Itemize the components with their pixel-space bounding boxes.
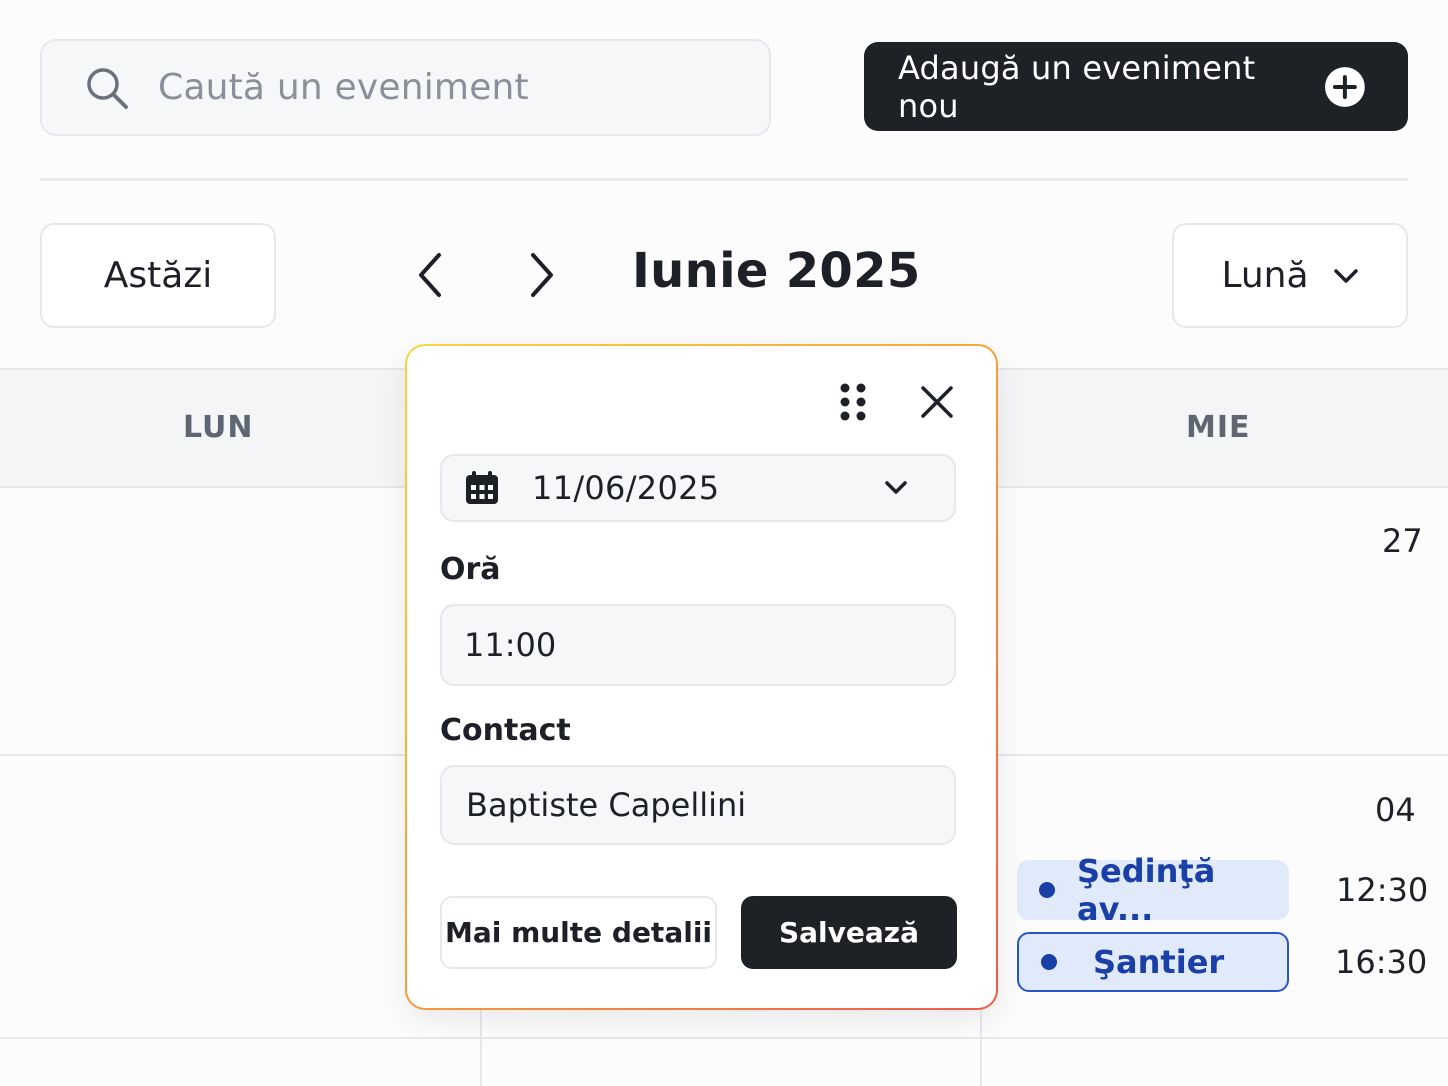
date-number[interactable]: 27 (1382, 522, 1423, 560)
chevron-left-icon (419, 253, 441, 297)
event-time: 12:30 (1336, 871, 1429, 909)
close-icon[interactable] (917, 382, 957, 422)
chevron-right-icon (531, 253, 553, 297)
popover-body: 11/06/2025 Oră 11:00 Contact Baptiste Ca… (407, 346, 996, 1008)
quick-add-popover: 11/06/2025 Oră 11:00 Contact Baptiste Ca… (405, 344, 998, 1010)
header-divider (40, 178, 1408, 181)
save-button[interactable]: Salvează (741, 896, 957, 969)
search-icon (87, 67, 128, 109)
search-input[interactable]: Caută un eveniment (40, 39, 771, 136)
today-button[interactable]: Astăzi (40, 223, 276, 328)
column-divider (980, 1008, 982, 1086)
event-chip[interactable]: Şedinţă av... (1017, 852, 1289, 928)
date-picker[interactable]: 11/06/2025 (440, 454, 956, 522)
drag-handle-icon[interactable] (837, 382, 871, 422)
more-details-button[interactable]: Mai multe detalii (440, 896, 717, 969)
week-divider (0, 1037, 1448, 1039)
event-title: Şedinţă av... (1077, 852, 1216, 928)
view-select[interactable]: Lună (1172, 223, 1408, 328)
event-dot (1039, 882, 1055, 898)
search-placeholder: Caută un eveniment (158, 67, 529, 108)
day-header-wed: MIE (1186, 410, 1251, 445)
add-event-label: Adaugă un eveniment nou (898, 48, 1256, 125)
date-number[interactable]: 04 (1375, 791, 1416, 829)
time-field[interactable]: 11:00 (440, 604, 956, 686)
event-dot (1041, 954, 1057, 970)
chevron-down-icon (885, 481, 907, 494)
prev-month-button[interactable] (406, 250, 456, 300)
event-time: 16:30 (1335, 943, 1428, 981)
calendar-icon (466, 471, 498, 504)
event-title: Şantier (1093, 943, 1225, 981)
column-divider (480, 1008, 482, 1086)
contact-value: Baptiste Capellini (466, 786, 747, 824)
date-value: 11/06/2025 (532, 469, 720, 507)
add-event-button[interactable]: Adaugă un eveniment nou (864, 42, 1408, 131)
time-label: Oră (440, 552, 501, 587)
month-title: Iunie 2025 (632, 243, 921, 299)
next-month-button[interactable] (516, 250, 566, 300)
day-header-mon: LUN (183, 410, 254, 445)
plus-circle-icon (1325, 66, 1366, 107)
time-value: 11:00 (464, 626, 557, 664)
contact-label: Contact (440, 713, 571, 748)
view-select-label: Lună (1221, 255, 1309, 296)
chevron-down-icon (1333, 268, 1358, 283)
contact-field[interactable]: Baptiste Capellini (440, 765, 956, 845)
event-chip[interactable]: Şantier (1017, 932, 1289, 992)
